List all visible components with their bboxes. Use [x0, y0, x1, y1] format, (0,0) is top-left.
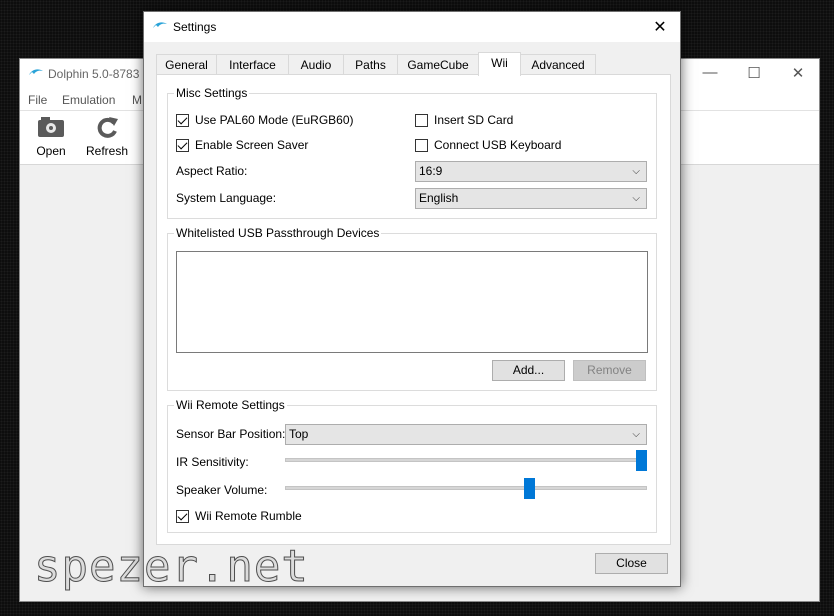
- maximize-button[interactable]: ☐: [744, 64, 764, 82]
- system-language-select[interactable]: English ⌵: [415, 188, 647, 209]
- chevron-down-icon: ⌵: [632, 429, 640, 440]
- use-pal60-label: Use PAL60 Mode (EuRGB60): [195, 113, 354, 127]
- close-button[interactable]: Close: [595, 553, 668, 574]
- enable-screen-saver-label: Enable Screen Saver: [195, 138, 309, 152]
- settings-dialog: Settings ✕ General Interface Audio Paths…: [143, 11, 681, 587]
- chevron-down-icon: ⌵: [632, 193, 640, 204]
- wii-remote-rumble-label: Wii Remote Rumble: [195, 509, 302, 523]
- menu-file[interactable]: File: [28, 93, 47, 107]
- insert-sd-card-checkbox[interactable]: Insert SD Card: [415, 113, 513, 127]
- open-icon: [38, 117, 64, 137]
- usb-passthrough-group: Whitelisted USB Passthrough Devices Add.…: [167, 226, 657, 391]
- tab-audio[interactable]: Audio: [288, 54, 344, 75]
- open-button[interactable]: Open: [26, 115, 76, 158]
- tab-paths[interactable]: Paths: [343, 54, 398, 75]
- wii-remote-rumble-checkbox[interactable]: Wii Remote Rumble: [176, 509, 302, 523]
- open-label: Open: [36, 144, 66, 158]
- sensor-bar-position-value: Top: [289, 427, 309, 441]
- system-language-label: System Language:: [176, 191, 277, 205]
- dialog-close-icon[interactable]: ✕: [650, 17, 670, 37]
- sensor-bar-position-select[interactable]: Top ⌵: [285, 424, 647, 445]
- checkbox-box: [176, 509, 189, 523]
- usb-passthrough-title: Whitelisted USB Passthrough Devices: [174, 226, 382, 240]
- speaker-volume-label: Speaker Volume:: [176, 483, 268, 497]
- checkbox-box: [415, 113, 428, 127]
- dialog-titlebar: Settings ✕: [144, 12, 680, 42]
- tab-wii[interactable]: Wii: [478, 52, 521, 76]
- ir-sensitivity-slider-thumb[interactable]: [636, 450, 647, 471]
- aspect-ratio-value: 16:9: [419, 164, 443, 178]
- misc-settings-group: Misc Settings Use PAL60 Mode (EuRGB60) I…: [167, 86, 657, 219]
- chevron-down-icon: ⌵: [632, 166, 640, 177]
- aspect-ratio-select[interactable]: 16:9 ⌵: [415, 161, 647, 182]
- dolphin-icon: [29, 69, 43, 75]
- wii-remote-settings-title: Wii Remote Settings: [174, 398, 287, 412]
- minimize-button[interactable]: —: [700, 64, 720, 81]
- wii-remote-settings-group: Wii Remote Settings Sensor Bar Position:…: [167, 398, 657, 533]
- checkbox-box: [176, 113, 189, 127]
- main-window-title: Dolphin 5.0-8783: [48, 67, 140, 81]
- dolphin-icon: [153, 22, 167, 28]
- tab-gamecube[interactable]: GameCube: [397, 54, 479, 75]
- add-usb-device-button[interactable]: Add...: [492, 360, 565, 381]
- enable-screen-saver-checkbox[interactable]: Enable Screen Saver: [176, 138, 308, 152]
- menu-movie[interactable]: M: [132, 93, 142, 107]
- remove-usb-device-button[interactable]: Remove: [573, 360, 646, 381]
- watermark-text: spezer.net: [34, 541, 309, 593]
- speaker-volume-slider-thumb[interactable]: [523, 478, 535, 499]
- tab-advanced[interactable]: Advanced: [520, 54, 596, 75]
- refresh-label: Refresh: [85, 144, 129, 158]
- refresh-button[interactable]: Refresh: [82, 115, 132, 158]
- tab-interface[interactable]: Interface: [216, 54, 289, 75]
- insert-sd-card-label: Insert SD Card: [434, 113, 514, 127]
- ir-sensitivity-label: IR Sensitivity:: [176, 455, 249, 469]
- dialog-title: Settings: [173, 20, 217, 34]
- usb-device-list[interactable]: [176, 251, 648, 353]
- tab-general[interactable]: General: [156, 54, 217, 75]
- misc-settings-title: Misc Settings: [174, 86, 250, 100]
- close-window-button[interactable]: ✕: [788, 64, 808, 82]
- wii-tab-panel: Misc Settings Use PAL60 Mode (EuRGB60) I…: [156, 74, 671, 545]
- checkbox-box: [176, 138, 189, 152]
- aspect-ratio-label: Aspect Ratio:: [176, 164, 248, 178]
- ir-sensitivity-slider-track[interactable]: [285, 458, 647, 462]
- refresh-icon: [97, 117, 118, 138]
- use-pal60-checkbox[interactable]: Use PAL60 Mode (EuRGB60): [176, 113, 354, 127]
- menu-emulation[interactable]: Emulation: [62, 93, 115, 107]
- system-language-value: English: [419, 191, 459, 205]
- connect-usb-keyboard-label: Connect USB Keyboard: [434, 138, 562, 152]
- speaker-volume-slider-track[interactable]: [285, 486, 647, 490]
- connect-usb-keyboard-checkbox[interactable]: Connect USB Keyboard: [415, 138, 561, 152]
- checkbox-box: [415, 138, 428, 152]
- sensor-bar-position-label: Sensor Bar Position:: [176, 427, 286, 441]
